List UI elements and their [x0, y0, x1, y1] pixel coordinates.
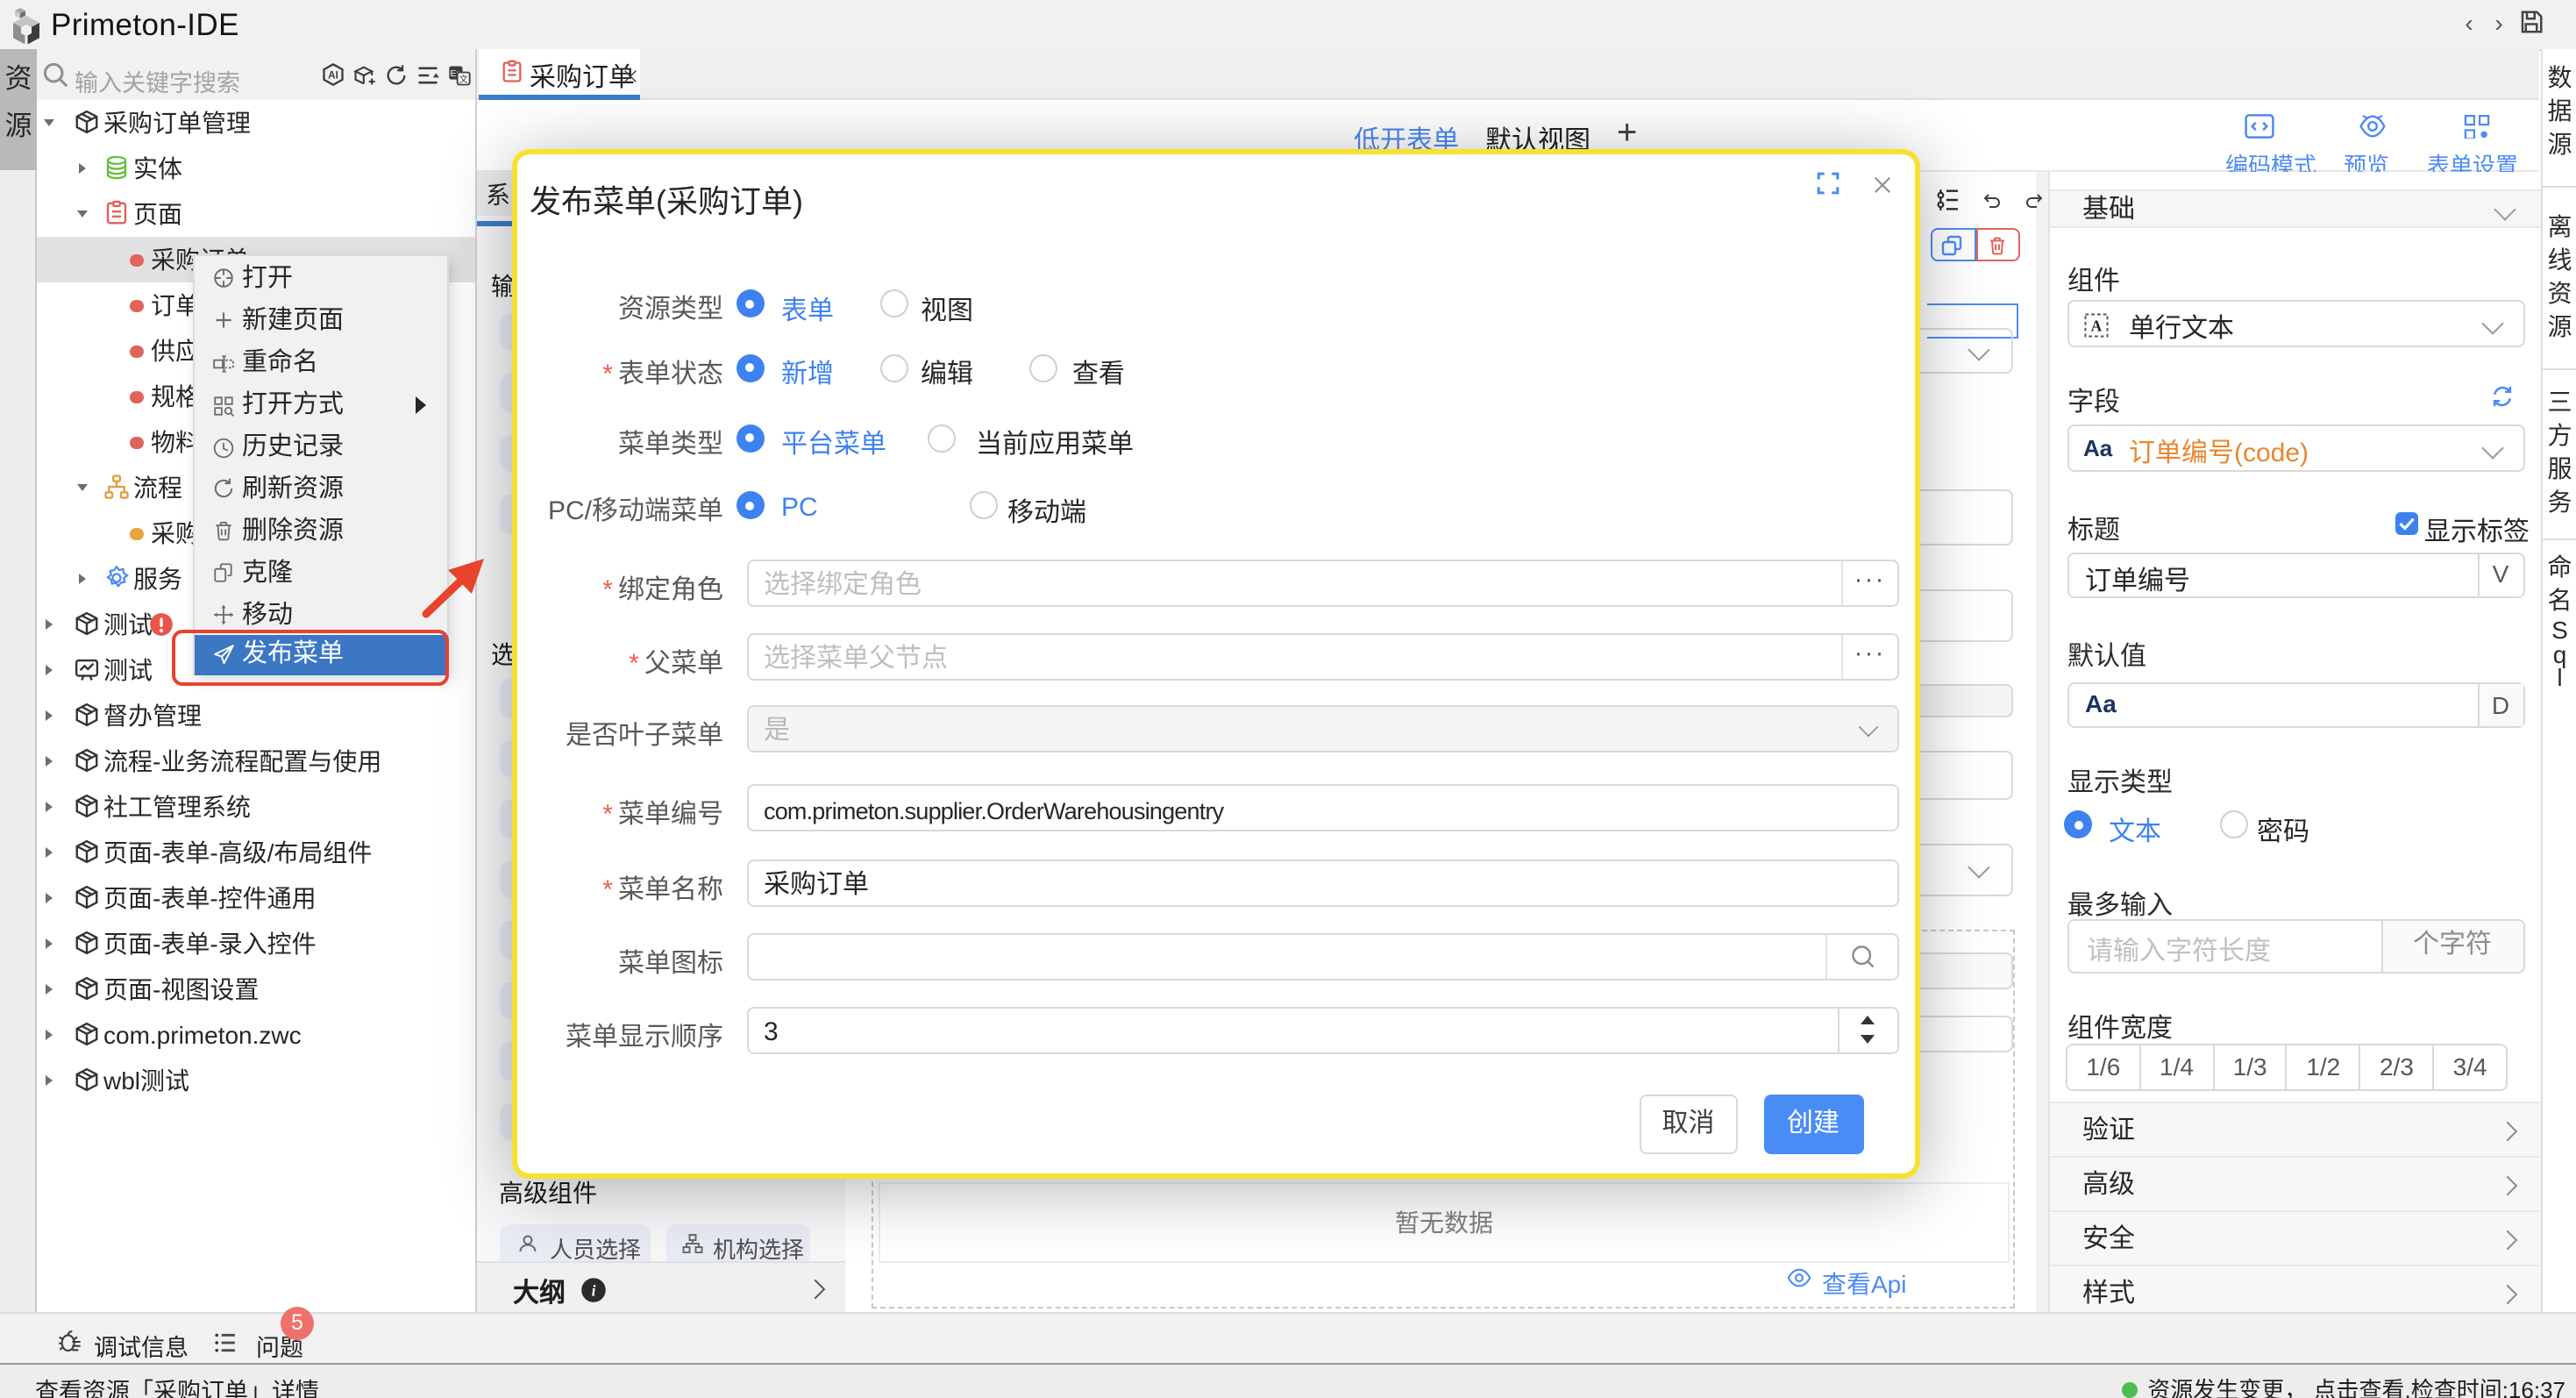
svg-text:i: i: [592, 1280, 596, 1298]
svg-text:AI: AI: [327, 70, 338, 82]
svg-text:A: A: [2091, 316, 2103, 333]
svg-text:文: 文: [458, 74, 467, 85]
